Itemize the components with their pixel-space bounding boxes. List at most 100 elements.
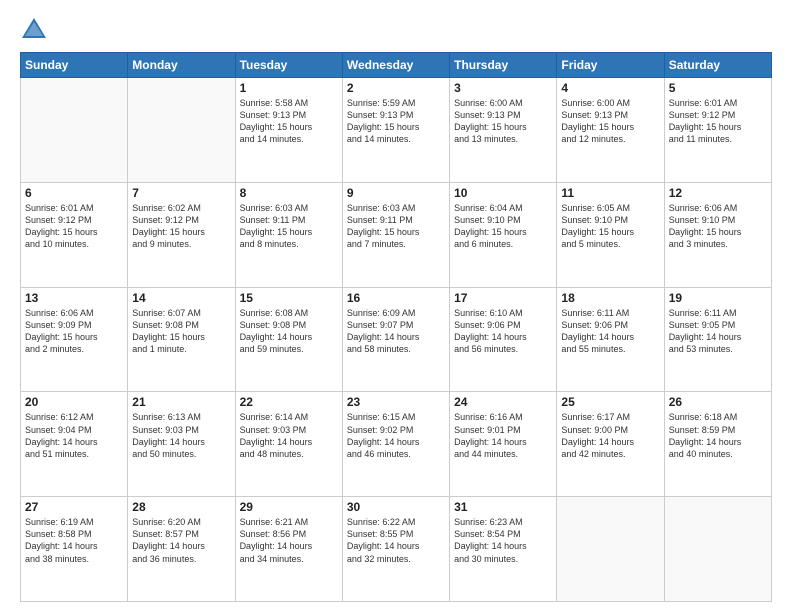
weekday-header: Sunday [21,53,128,78]
cell-info: Sunrise: 6:12 AM Sunset: 9:04 PM Dayligh… [25,411,123,460]
cell-info: Sunrise: 6:20 AM Sunset: 8:57 PM Dayligh… [132,516,230,565]
calendar-cell: 18 Sunrise: 6:11 AM Sunset: 9:06 PM Dayli… [557,287,664,392]
logo [20,16,52,44]
calendar-cell: 29Sunrise: 6:21 AM Sunset: 8:56 PM Dayli… [235,497,342,602]
cell-info: Sunrise: 6:22 AM Sunset: 8:55 PM Dayligh… [347,516,445,565]
day-number: 23 [347,395,445,409]
calendar-week-row: 6 Sunrise: 6:01 AM Sunset: 9:12 PM Daylig… [21,182,772,287]
calendar-cell: 4Sunrise: 6:00 AM Sunset: 9:13 PM Daylig… [557,78,664,183]
calendar-cell: 23 Sunrise: 6:15 AM Sunset: 9:02 PM Dayli… [342,392,449,497]
day-number: 26 [669,395,767,409]
day-number: 6 [25,186,123,200]
calendar-cell: 16 Sunrise: 6:09 AM Sunset: 9:07 PM Dayli… [342,287,449,392]
calendar-cell: 8 Sunrise: 6:03 AM Sunset: 9:11 PM Daylig… [235,182,342,287]
day-number: 20 [25,395,123,409]
calendar-week-row: 1 Sunrise: 5:58 AM Sunset: 9:13 PM Daylig… [21,78,772,183]
cell-info: Sunrise: 6:01 AM Sunset: 9:12 PM Dayligh… [25,202,123,251]
calendar-cell: 6 Sunrise: 6:01 AM Sunset: 9:12 PM Daylig… [21,182,128,287]
calendar-week-row: 27 Sunrise: 6:19 AM Sunset: 8:58 PM Dayli… [21,497,772,602]
cell-info: Sunrise: 5:58 AM Sunset: 9:13 PM Dayligh… [240,97,338,146]
cell-info: Sunrise: 6:04 AM Sunset: 9:10 PM Dayligh… [454,202,552,251]
weekday-header: Tuesday [235,53,342,78]
cell-info: Sunrise: 6:00 AM Sunset: 9:13 PM Dayligh… [454,97,552,146]
day-number: 21 [132,395,230,409]
cell-info: Sunrise: 6:11 AM Sunset: 9:05 PM Dayligh… [669,307,767,356]
weekday-header: Monday [128,53,235,78]
logo-icon [20,16,48,44]
calendar-cell [128,78,235,183]
calendar-cell: 2Sunrise: 5:59 AM Sunset: 9:13 PM Daylig… [342,78,449,183]
calendar-cell: 3Sunrise: 6:00 AM Sunset: 9:13 PM Daylig… [450,78,557,183]
cell-info: Sunrise: 6:06 AM Sunset: 9:10 PM Dayligh… [669,202,767,251]
day-number: 13 [25,291,123,305]
calendar-cell [21,78,128,183]
cell-info: Sunrise: 6:17 AM Sunset: 9:00 PM Dayligh… [561,411,659,460]
page: SundayMondayTuesdayWednesdayThursdayFrid… [0,0,792,612]
cell-info: Sunrise: 6:07 AM Sunset: 9:08 PM Dayligh… [132,307,230,356]
day-number: 25 [561,395,659,409]
weekday-header: Wednesday [342,53,449,78]
cell-info: Sunrise: 6:03 AM Sunset: 9:11 PM Dayligh… [240,202,338,251]
day-number: 1 [240,81,338,95]
calendar-cell: 10 Sunrise: 6:04 AM Sunset: 9:10 PM Dayli… [450,182,557,287]
weekday-header: Saturday [664,53,771,78]
day-number: 10 [454,186,552,200]
cell-info: Sunrise: 6:08 AM Sunset: 9:08 PM Dayligh… [240,307,338,356]
cell-info: Sunrise: 6:09 AM Sunset: 9:07 PM Dayligh… [347,307,445,356]
calendar-cell: 21 Sunrise: 6:13 AM Sunset: 9:03 PM Dayli… [128,392,235,497]
calendar-cell: 24 Sunrise: 6:16 AM Sunset: 9:01 PM Dayli… [450,392,557,497]
calendar-cell: 20 Sunrise: 6:12 AM Sunset: 9:04 PM Dayli… [21,392,128,497]
day-number: 31 [454,500,552,514]
weekday-header: Thursday [450,53,557,78]
calendar-week-row: 13 Sunrise: 6:06 AM Sunset: 9:09 PM Dayli… [21,287,772,392]
cell-info: Sunrise: 6:15 AM Sunset: 9:02 PM Dayligh… [347,411,445,460]
day-number: 27 [25,500,123,514]
calendar-cell: 17Sunrise: 6:10 AM Sunset: 9:06 PM Dayli… [450,287,557,392]
day-number: 16 [347,291,445,305]
cell-info: Sunrise: 6:03 AM Sunset: 9:11 PM Dayligh… [347,202,445,251]
weekday-header-row: SundayMondayTuesdayWednesdayThursdayFrid… [21,53,772,78]
cell-info: Sunrise: 6:18 AM Sunset: 8:59 PM Dayligh… [669,411,767,460]
cell-info: Sunrise: 6:19 AM Sunset: 8:58 PM Dayligh… [25,516,123,565]
day-number: 22 [240,395,338,409]
calendar-cell [557,497,664,602]
calendar-cell: 13 Sunrise: 6:06 AM Sunset: 9:09 PM Dayli… [21,287,128,392]
day-number: 19 [669,291,767,305]
day-number: 24 [454,395,552,409]
cell-info: Sunrise: 6:11 AM Sunset: 9:06 PM Dayligh… [561,307,659,356]
cell-info: Sunrise: 6:06 AM Sunset: 9:09 PM Dayligh… [25,307,123,356]
header [20,16,772,44]
cell-info: Sunrise: 6:14 AM Sunset: 9:03 PM Dayligh… [240,411,338,460]
calendar-cell [664,497,771,602]
calendar-cell: 9Sunrise: 6:03 AM Sunset: 9:11 PM Daylig… [342,182,449,287]
calendar-cell: 14 Sunrise: 6:07 AM Sunset: 9:08 PM Dayli… [128,287,235,392]
cell-info: Sunrise: 6:02 AM Sunset: 9:12 PM Dayligh… [132,202,230,251]
day-number: 15 [240,291,338,305]
calendar-cell: 1 Sunrise: 5:58 AM Sunset: 9:13 PM Daylig… [235,78,342,183]
day-number: 7 [132,186,230,200]
calendar-cell: 25 Sunrise: 6:17 AM Sunset: 9:00 PM Dayli… [557,392,664,497]
day-number: 12 [669,186,767,200]
calendar-cell: 26 Sunrise: 6:18 AM Sunset: 8:59 PM Dayli… [664,392,771,497]
calendar-cell: 15 Sunrise: 6:08 AM Sunset: 9:08 PM Dayli… [235,287,342,392]
calendar-cell: 7 Sunrise: 6:02 AM Sunset: 9:12 PM Daylig… [128,182,235,287]
day-number: 18 [561,291,659,305]
day-number: 11 [561,186,659,200]
calendar-cell: 30 Sunrise: 6:22 AM Sunset: 8:55 PM Dayli… [342,497,449,602]
cell-info: Sunrise: 6:23 AM Sunset: 8:54 PM Dayligh… [454,516,552,565]
calendar-cell: 11Sunrise: 6:05 AM Sunset: 9:10 PM Dayli… [557,182,664,287]
cell-info: Sunrise: 6:13 AM Sunset: 9:03 PM Dayligh… [132,411,230,460]
calendar-cell: 5Sunrise: 6:01 AM Sunset: 9:12 PM Daylig… [664,78,771,183]
calendar-week-row: 20 Sunrise: 6:12 AM Sunset: 9:04 PM Dayli… [21,392,772,497]
calendar-cell: 22 Sunrise: 6:14 AM Sunset: 9:03 PM Dayli… [235,392,342,497]
day-number: 17 [454,291,552,305]
day-number: 30 [347,500,445,514]
calendar-cell: 19 Sunrise: 6:11 AM Sunset: 9:05 PM Dayli… [664,287,771,392]
calendar-cell: 12 Sunrise: 6:06 AM Sunset: 9:10 PM Dayli… [664,182,771,287]
calendar-cell: 28Sunrise: 6:20 AM Sunset: 8:57 PM Dayli… [128,497,235,602]
day-number: 2 [347,81,445,95]
day-number: 4 [561,81,659,95]
day-number: 8 [240,186,338,200]
day-number: 14 [132,291,230,305]
cell-info: Sunrise: 6:16 AM Sunset: 9:01 PM Dayligh… [454,411,552,460]
